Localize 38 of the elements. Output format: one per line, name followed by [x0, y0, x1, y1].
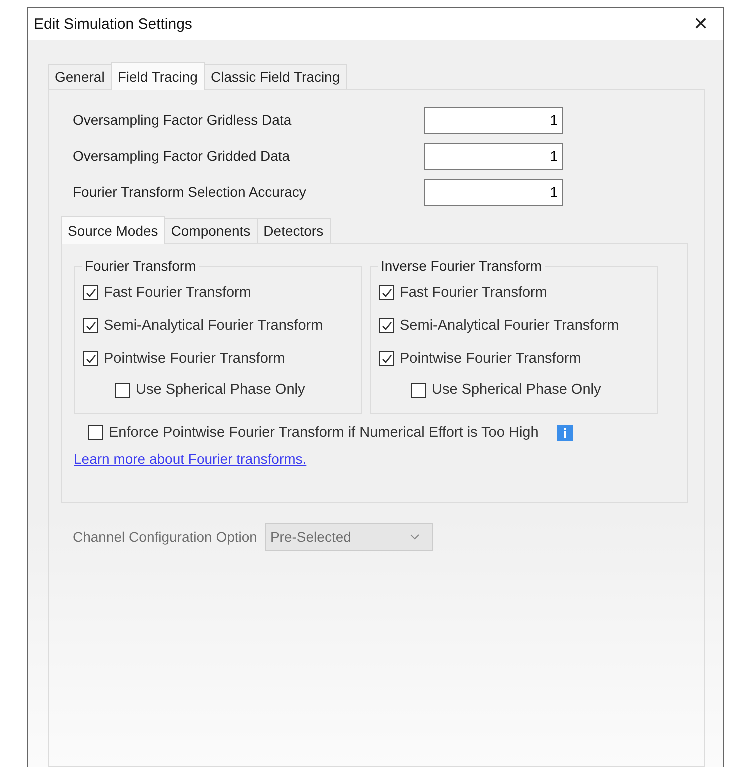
group-title: Fourier Transform — [84, 258, 198, 274]
tab[interactable]: Source Modes — [61, 216, 166, 244]
caret-icon — [410, 534, 420, 540]
checkbox[interactable] — [411, 382, 426, 398]
tab[interactable]: Detectors — [256, 218, 331, 243]
checkbox-label: Use Spherical Phase Only — [432, 382, 602, 398]
help-link[interactable]: Learn more about Fourier transforms. — [74, 451, 307, 467]
checkbox-label: Use Spherical Phase Only — [136, 382, 306, 398]
field-label: Oversampling Factor Gridless Data — [73, 112, 293, 128]
tab[interactable]: Field Tracing — [110, 62, 205, 90]
checkbox[interactable] — [83, 285, 98, 300]
checkbox[interactable] — [379, 318, 394, 333]
group-title: Inverse Fourier Transform — [380, 258, 544, 274]
dropdown-value: Pre-Selected — [270, 529, 352, 545]
checkbox[interactable] — [83, 351, 98, 366]
checkbox-label: Semi-Analytical Fourier Transform — [400, 318, 620, 334]
checkbox[interactable] — [379, 285, 394, 300]
checkbox-label: Pointwise Fourier Transform — [400, 350, 582, 366]
number-field[interactable]: 1 — [424, 178, 563, 206]
checkbox-label: Pointwise Fourier Transform — [104, 350, 286, 366]
checkbox[interactable] — [88, 425, 103, 440]
checkbox-label: Enforce Pointwise Fourier Transform if Numerical Effort is Too High — [109, 424, 539, 440]
field-label: Channel Configuration Option — [73, 529, 258, 545]
tab[interactable]: Classic Field Tracing — [204, 64, 348, 89]
window-title: Edit Simulation Settings — [34, 16, 192, 32]
info-icon[interactable] — [556, 424, 573, 440]
field-label: Fourier Transform Selection Accuracy — [73, 184, 308, 200]
checkbox-label: Semi-Analytical Fourier Transform — [104, 318, 324, 334]
number-field[interactable]: 1 — [424, 106, 563, 134]
checkbox[interactable] — [83, 318, 98, 333]
checkbox-label: Fast Fourier Transform — [400, 284, 548, 300]
number-field[interactable]: 1 — [424, 142, 563, 170]
close-button[interactable]: ✕ — [679, 8, 723, 40]
checkbox[interactable] — [115, 382, 130, 398]
checkbox-label: Fast Fourier Transform — [104, 284, 252, 300]
tab[interactable]: General — [48, 64, 112, 89]
checkbox[interactable] — [379, 351, 394, 366]
field-label: Oversampling Factor Gridded Data — [73, 148, 292, 164]
